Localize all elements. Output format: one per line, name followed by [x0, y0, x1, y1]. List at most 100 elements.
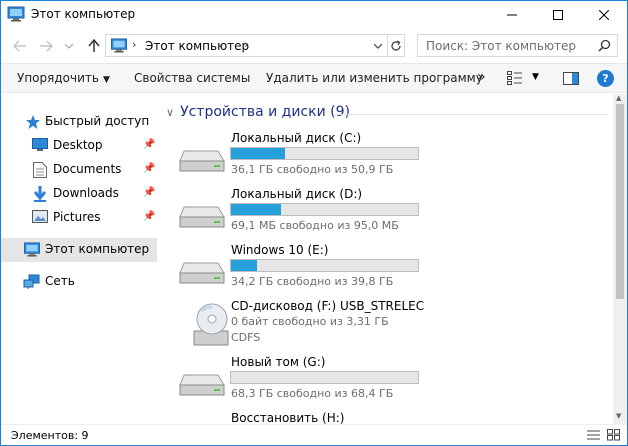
pin-icon[interactable]: 📌	[143, 163, 155, 174]
change-view-icon[interactable]	[507, 71, 523, 88]
drive-free-space: 34,2 ГБ свободно из 39,8 ГБ	[231, 275, 394, 288]
breadcrumb-separator-icon[interactable]: ›	[132, 38, 136, 51]
drive-usage-bar	[230, 371, 419, 384]
status-bar: Элементов: 9	[1, 424, 627, 445]
drive-free-space: 68,3 ГБ свободно из 68,4 ГБ	[231, 387, 394, 400]
drive-name: Новый том (G:)	[231, 355, 326, 369]
group-header-devices[interactable]: ∨ Устройства и диски (9)	[166, 104, 350, 120]
hard-drive-icon	[178, 261, 226, 288]
drive-free-space: 36,1 ГБ свободно из 50,9 ГБ	[231, 163, 394, 176]
item-count: Элементов: 9	[11, 429, 89, 442]
this-pc-icon	[110, 38, 128, 56]
uninstall-program-button[interactable]: Удалить или изменить программу	[266, 71, 483, 85]
sidebar-item-label: Быстрый доступ	[45, 114, 150, 128]
sidebar-item-quick-access[interactable]: Быстрый доступ	[1, 110, 157, 134]
large-icons-view-icon[interactable]	[607, 429, 620, 444]
hard-drive-icon	[178, 149, 226, 176]
help-button[interactable]: ?	[597, 70, 614, 87]
drive-name: CD-дисковод (F:) USB_STRELEC	[231, 299, 425, 313]
sidebar-item-label: Этот компьютер	[45, 242, 150, 256]
title-bar: Этот компьютер	[1, 1, 627, 28]
pictures-icon	[32, 210, 48, 227]
scrollbar-thumb[interactable]	[616, 104, 624, 299]
group-divider	[333, 114, 608, 115]
sidebar-item-downloads[interactable]: Downloads 📌	[1, 182, 157, 206]
address-dropdown-icon[interactable]	[370, 36, 386, 55]
cd-drive-icon	[192, 301, 232, 352]
hard-drive-icon	[178, 205, 226, 232]
sidebar-item-label: Desktop	[53, 138, 103, 152]
content-pane: ∨ Устройства и диски (9) Локальный диск (…	[158, 94, 613, 424]
sidebar-item-label: Downloads	[53, 186, 119, 200]
up-button[interactable]	[85, 36, 103, 56]
desktop-icon	[32, 138, 48, 155]
drive-item-c[interactable]: Локальный диск (C:) 36,1 ГБ свободно из …	[158, 131, 608, 187]
refresh-button[interactable]	[387, 35, 404, 56]
organize-button[interactable]: Упорядочить ▼	[17, 71, 110, 85]
search-placeholder: Поиск: Этот компьютер	[426, 39, 577, 53]
group-title: Устройства и диски (9)	[180, 104, 350, 120]
documents-icon	[33, 162, 47, 181]
drive-usage-fill	[231, 204, 282, 215]
drive-item-h[interactable]: Восстановить (H:)	[158, 411, 608, 424]
drive-item-g[interactable]: Новый том (G:) 68,3 ГБ свободно из 68,4 …	[158, 355, 608, 411]
more-commands-button[interactable]: »	[477, 69, 486, 85]
view-options-chevron-icon[interactable]: ▼	[532, 72, 539, 82]
maximize-button[interactable]	[535, 1, 581, 28]
hard-drive-icon	[178, 373, 226, 400]
drive-file-system: CDFS	[231, 331, 261, 344]
this-pc-icon	[23, 242, 41, 260]
drive-name: Восстановить (H:)	[231, 411, 345, 424]
sidebar-item-pictures[interactable]: Pictures 📌	[1, 206, 157, 230]
chevron-down-icon: ▼	[102, 75, 110, 85]
address-bar[interactable]: › Этот компьютер ›	[105, 34, 405, 57]
sidebar-item-documents[interactable]: Documents 📌	[1, 158, 157, 182]
drive-name: Локальный диск (C:)	[231, 131, 362, 145]
drive-item-e[interactable]: Windows 10 (E:) 34,2 ГБ свободно из 39,8…	[158, 243, 608, 299]
sidebar-item-this-pc[interactable]: Этот компьютер	[1, 238, 157, 262]
downloads-icon	[33, 186, 47, 205]
drive-usage-bar	[230, 203, 419, 216]
drive-usage-bar	[230, 259, 419, 272]
system-properties-button[interactable]: Свойства системы	[134, 71, 250, 85]
navigation-pane: Быстрый доступ Desktop 📌 Documents 📌 Dow…	[1, 94, 157, 424]
this-pc-icon	[7, 6, 25, 25]
drive-usage-fill	[231, 148, 286, 159]
drive-free-space: 0 байт свободно из 3,31 ГБ	[231, 315, 389, 328]
back-button[interactable]	[11, 36, 29, 56]
preview-pane-icon[interactable]	[563, 72, 579, 88]
pin-icon[interactable]: 📌	[143, 139, 155, 150]
breadcrumb-separator-icon[interactable]: ›	[244, 38, 248, 51]
sidebar-item-label: Documents	[53, 162, 122, 176]
command-bar: Упорядочить ▼ Свойства системы Удалить ил…	[1, 63, 627, 93]
vertical-scrollbar[interactable]: ▲ ▼	[613, 94, 627, 424]
sidebar-item-network[interactable]: Сеть	[1, 270, 157, 294]
window-title: Этот компьютер	[31, 7, 136, 21]
scroll-up-icon[interactable]: ▲	[616, 94, 621, 102]
explorer-window: Этот компьютер › Этот компьютер › Поиск:…	[0, 0, 628, 446]
sidebar-item-desktop[interactable]: Desktop 📌	[1, 134, 157, 158]
search-input[interactable]: Поиск: Этот компьютер	[417, 34, 618, 57]
search-icon[interactable]	[598, 39, 611, 55]
drive-item-f[interactable]: CD-дисковод (F:) USB_STRELEC 0 байт своб…	[158, 299, 608, 363]
recent-locations-button[interactable]	[63, 36, 75, 56]
pin-icon[interactable]: 📌	[143, 187, 155, 198]
drive-name: Локальный диск (D:)	[231, 187, 363, 201]
breadcrumb-this-pc[interactable]: Этот компьютер	[145, 39, 249, 53]
details-view-icon[interactable]	[587, 429, 600, 444]
sidebar-item-label: Pictures	[53, 210, 101, 224]
minimize-button[interactable]	[489, 1, 535, 28]
sidebar-item-label: Сеть	[45, 274, 75, 288]
forward-button[interactable]	[37, 36, 55, 56]
chevron-down-icon: ∨	[166, 106, 175, 119]
drive-usage-bar	[230, 147, 419, 160]
pin-icon[interactable]: 📌	[143, 211, 155, 222]
drive-free-space: 69,1 МБ свободно из 95,0 МБ	[231, 219, 399, 232]
drive-name: Windows 10 (E:)	[231, 243, 329, 257]
close-button[interactable]	[581, 1, 627, 28]
scroll-down-icon[interactable]: ▼	[616, 412, 621, 420]
network-icon	[23, 274, 41, 293]
organize-label: Упорядочить	[17, 71, 99, 85]
navigation-row: › Этот компьютер › Поиск: Этот компьютер	[1, 29, 627, 63]
drive-item-d[interactable]: Локальный диск (D:) 69,1 МБ свободно из …	[158, 187, 608, 243]
